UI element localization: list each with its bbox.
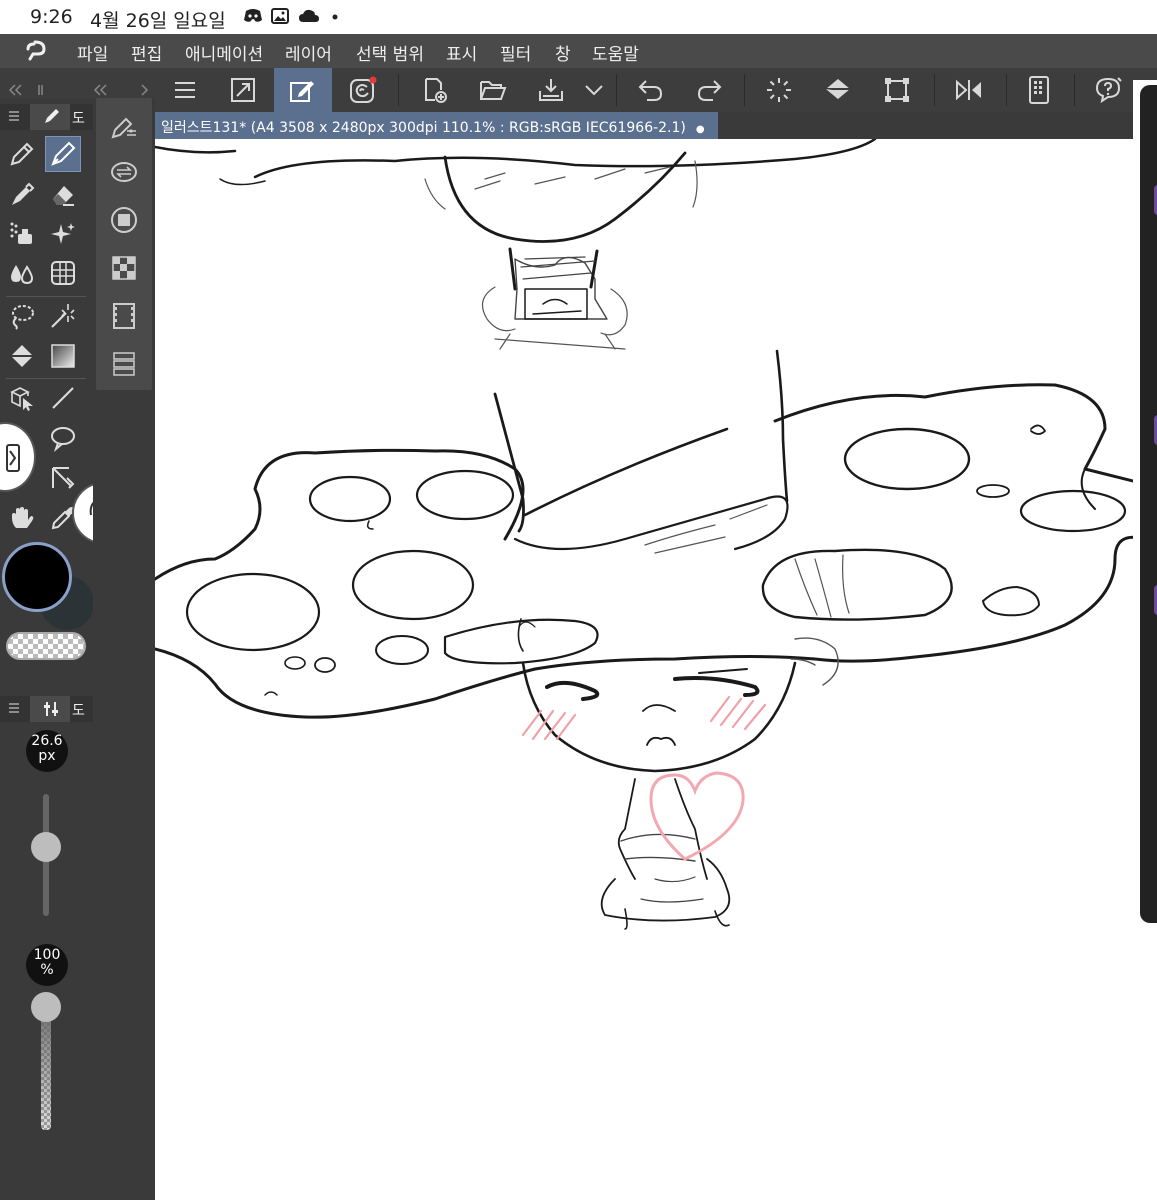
loading-icon[interactable] xyxy=(750,68,808,112)
menu-file[interactable]: 파일 xyxy=(77,40,108,65)
status-date: 4월 26일 일요일 xyxy=(90,10,226,32)
menu-window[interactable]: 창 xyxy=(555,40,571,65)
ruler-icon[interactable] xyxy=(45,460,81,496)
device-icon[interactable] xyxy=(1010,68,1068,112)
balloon-icon[interactable] xyxy=(45,420,81,456)
hand-icon[interactable] xyxy=(4,500,40,536)
panel-menu-icon[interactable] xyxy=(8,702,20,714)
pencil-icon[interactable] xyxy=(45,136,81,172)
brush-size-badge: 26.6 px xyxy=(26,730,68,772)
tab-strip xyxy=(718,112,1133,139)
tool-panel-header: 도 xyxy=(0,104,93,130)
opacity-badge: 100 % xyxy=(26,944,68,986)
menu-help[interactable]: 도움말 xyxy=(592,40,639,65)
brush-panel-header: 도 xyxy=(0,696,93,722)
status-bar: 9:26 4월 26일 일요일 xyxy=(0,0,1157,34)
fit-canvas-icon[interactable] xyxy=(214,68,272,112)
menu-filter[interactable]: 필터 xyxy=(500,40,531,65)
fill-bucket-icon[interactable] xyxy=(4,338,40,374)
help-icon[interactable] xyxy=(1080,68,1138,112)
drawing-canvas[interactable] xyxy=(155,139,1135,1200)
gallery-icon xyxy=(271,8,289,24)
fill-icon[interactable] xyxy=(810,68,868,112)
new-file-icon[interactable] xyxy=(406,68,464,112)
menu-edit[interactable]: 편집 xyxy=(131,40,162,65)
opacity-unit: % xyxy=(40,962,54,978)
clip-studio-icon[interactable] xyxy=(334,68,392,112)
edit-mode-icon[interactable] xyxy=(274,68,332,112)
clip-studio-logo-icon[interactable] xyxy=(22,39,48,63)
airbrush-icon[interactable] xyxy=(4,216,40,252)
brush-size-slider-knob[interactable] xyxy=(31,832,61,862)
sparkle-icon[interactable] xyxy=(45,216,81,252)
menu-animation[interactable]: 애니메이션 xyxy=(185,40,263,65)
discord-icon xyxy=(243,8,262,24)
layers-icon[interactable] xyxy=(106,346,142,382)
menu-selection[interactable]: 선택 범위 xyxy=(356,40,424,65)
document-modified-dot: ● xyxy=(695,124,705,135)
animation-icon[interactable] xyxy=(106,298,142,334)
menu-bar: 파일 편집 애니메이션 레이어 선택 범위 표시 필터 창 도움말 xyxy=(0,34,1157,68)
layer-property-icon[interactable] xyxy=(106,202,142,238)
tool-tab-pen-icon[interactable] xyxy=(42,108,60,126)
swap-icon[interactable] xyxy=(106,154,142,190)
palette-icon[interactable] xyxy=(106,250,142,286)
brush-size-tab-icon[interactable] xyxy=(42,700,60,718)
sketch-artwork xyxy=(155,139,1135,930)
cloud-icon xyxy=(298,8,319,24)
main-color-swatch[interactable] xyxy=(2,542,72,612)
undo-icon[interactable] xyxy=(622,68,680,112)
transform-icon[interactable] xyxy=(868,68,926,112)
grid-icon[interactable] xyxy=(45,255,81,291)
opacity-slider-knob[interactable] xyxy=(31,992,61,1022)
document-tab[interactable]: 일러스트131* (A4 3508 x 2480px 300dpi 110.1%… xyxy=(155,112,718,139)
flip-icon[interactable] xyxy=(940,68,998,112)
tool-panel: 도 도 26.6 px 100 % xyxy=(0,98,96,1200)
menu-layer[interactable]: 레이어 xyxy=(285,40,332,65)
magic-wand-icon[interactable] xyxy=(45,298,81,334)
status-time: 9:26 xyxy=(30,6,73,28)
sub-panel-icons xyxy=(96,98,152,390)
redo-icon[interactable] xyxy=(680,68,738,112)
eraser-icon[interactable] xyxy=(45,177,81,213)
opacity-value: 100 xyxy=(33,947,61,963)
transparent-color-swatch[interactable] xyxy=(6,632,86,660)
blend-icon[interactable] xyxy=(4,255,40,291)
brush-size-value: 26.6 xyxy=(31,733,63,749)
panel-menu-icon[interactable] xyxy=(8,110,20,122)
document-title: 일러스트131* (A4 3508 x 2480px 300dpi 110.1%… xyxy=(161,120,705,136)
brush-size-unit: px xyxy=(38,748,56,764)
line-icon[interactable] xyxy=(45,380,81,416)
menu-view[interactable]: 표시 xyxy=(446,40,477,65)
command-bar xyxy=(0,68,1157,112)
tool-tab-label[interactable]: 도 xyxy=(72,108,85,128)
dropdown-icon[interactable] xyxy=(572,68,616,112)
brush-settings-icon[interactable] xyxy=(106,108,142,144)
right-floating-panel[interactable] xyxy=(1140,85,1157,923)
dot-icon xyxy=(331,8,349,24)
open-file-icon[interactable] xyxy=(464,68,522,112)
marker-icon[interactable] xyxy=(4,177,40,213)
pen-icon[interactable] xyxy=(4,136,40,172)
gradient-icon[interactable] xyxy=(45,338,81,374)
brush-tab-label[interactable]: 도 xyxy=(72,700,85,720)
menu-icon[interactable] xyxy=(156,68,214,112)
lasso-icon[interactable] xyxy=(4,298,40,334)
object-select-icon[interactable] xyxy=(4,380,40,416)
